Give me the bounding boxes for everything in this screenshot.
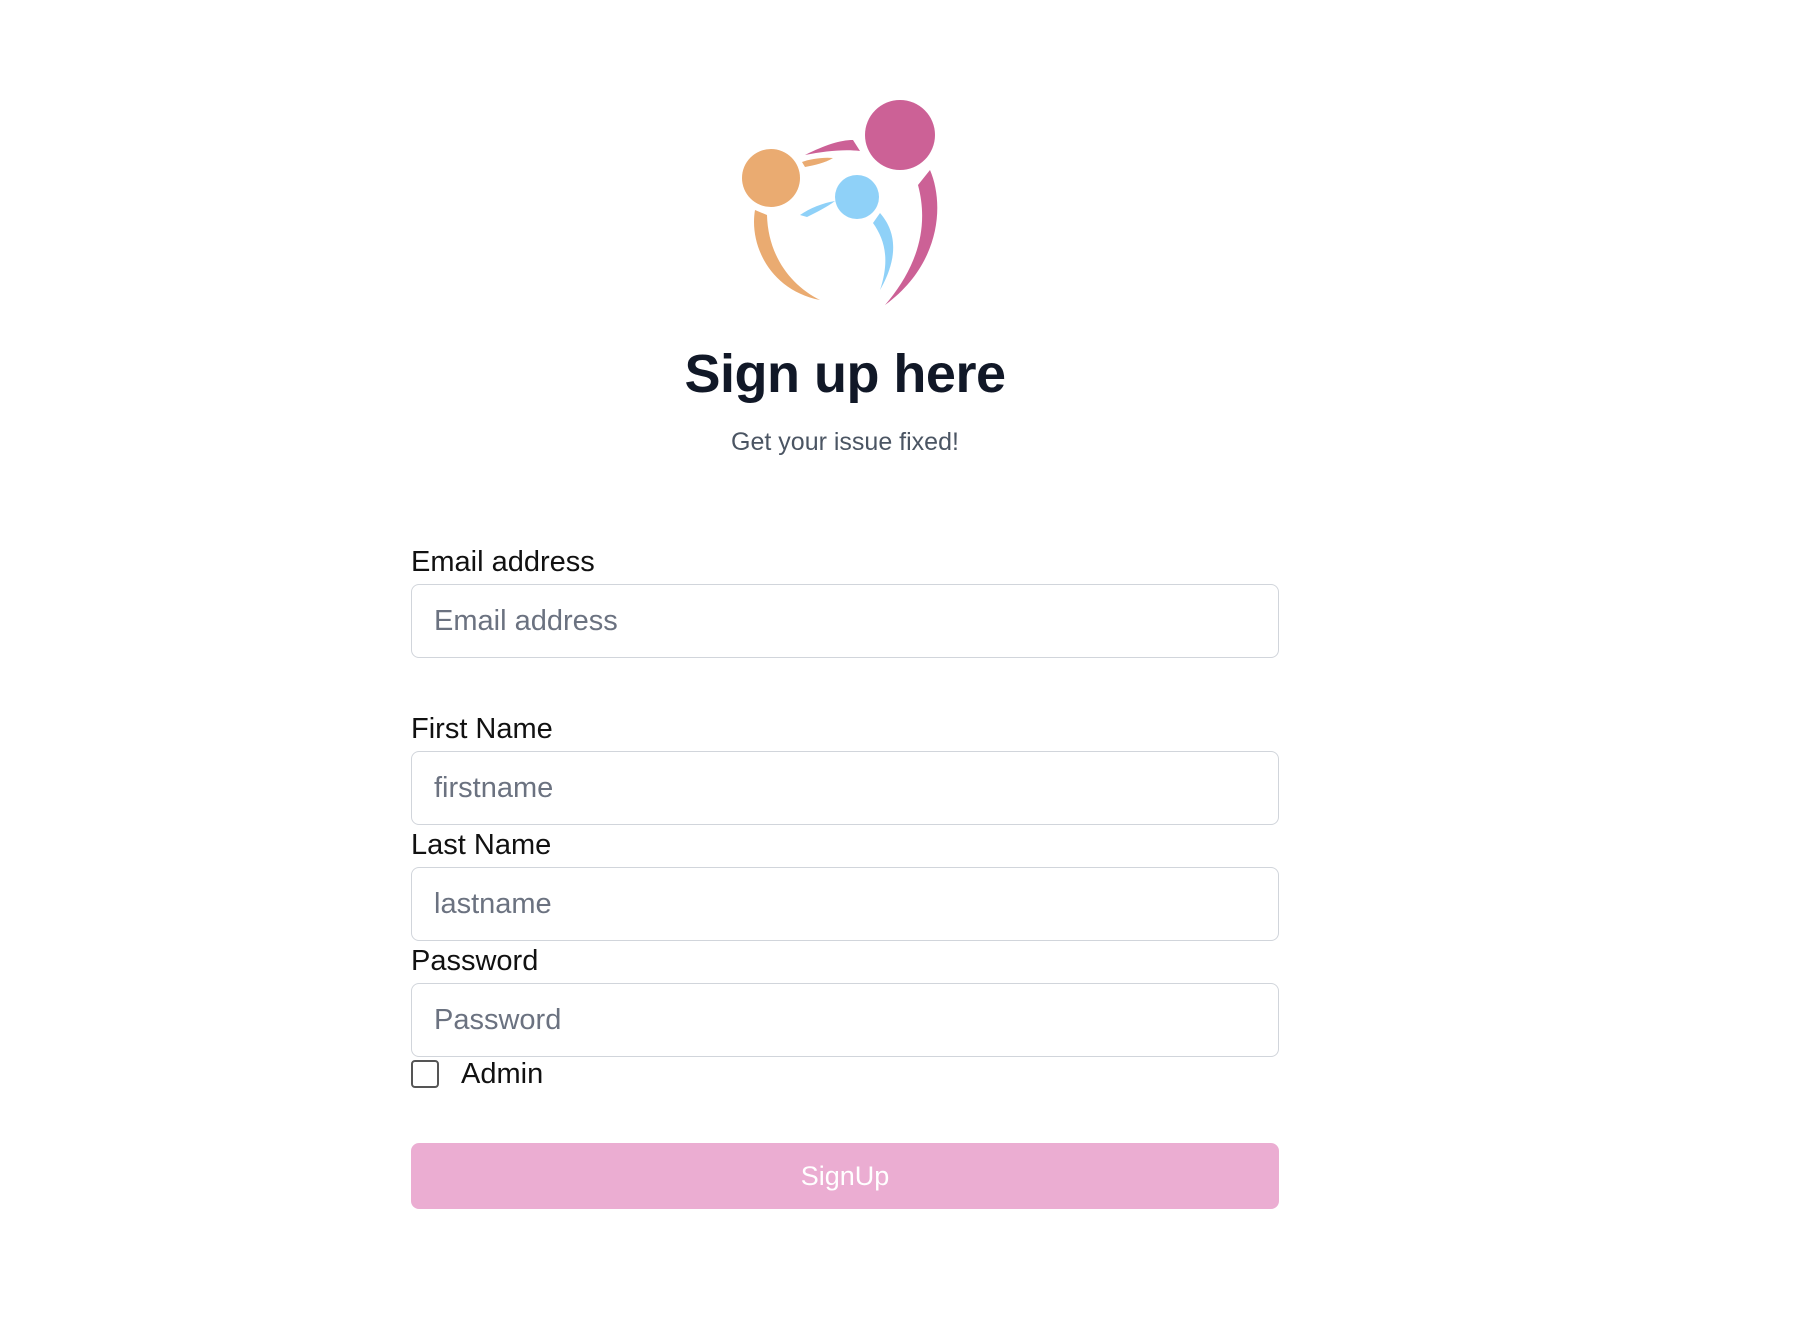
page-title: Sign up here: [684, 344, 1006, 404]
signup-page: Sign up here Get your issue fixed! Email…: [0, 0, 1798, 1326]
admin-checkbox-label[interactable]: Admin: [461, 1060, 543, 1089]
password-label: Password: [411, 945, 539, 977]
email-label: Email address: [411, 546, 595, 578]
password-field[interactable]: [411, 983, 1279, 1057]
signup-button[interactable]: SignUp: [411, 1143, 1279, 1209]
people-group-logo-icon: [742, 100, 938, 305]
page-subtitle: Get your issue fixed!: [731, 428, 959, 456]
first-name-label: First Name: [411, 713, 553, 745]
last-name-label: Last Name: [411, 829, 552, 861]
admin-checkbox[interactable]: [411, 1060, 439, 1088]
admin-checkbox-row: Admin: [411, 1055, 811, 1095]
last-name-field[interactable]: [411, 867, 1279, 941]
email-field[interactable]: [411, 584, 1279, 658]
first-name-field[interactable]: [411, 751, 1279, 825]
